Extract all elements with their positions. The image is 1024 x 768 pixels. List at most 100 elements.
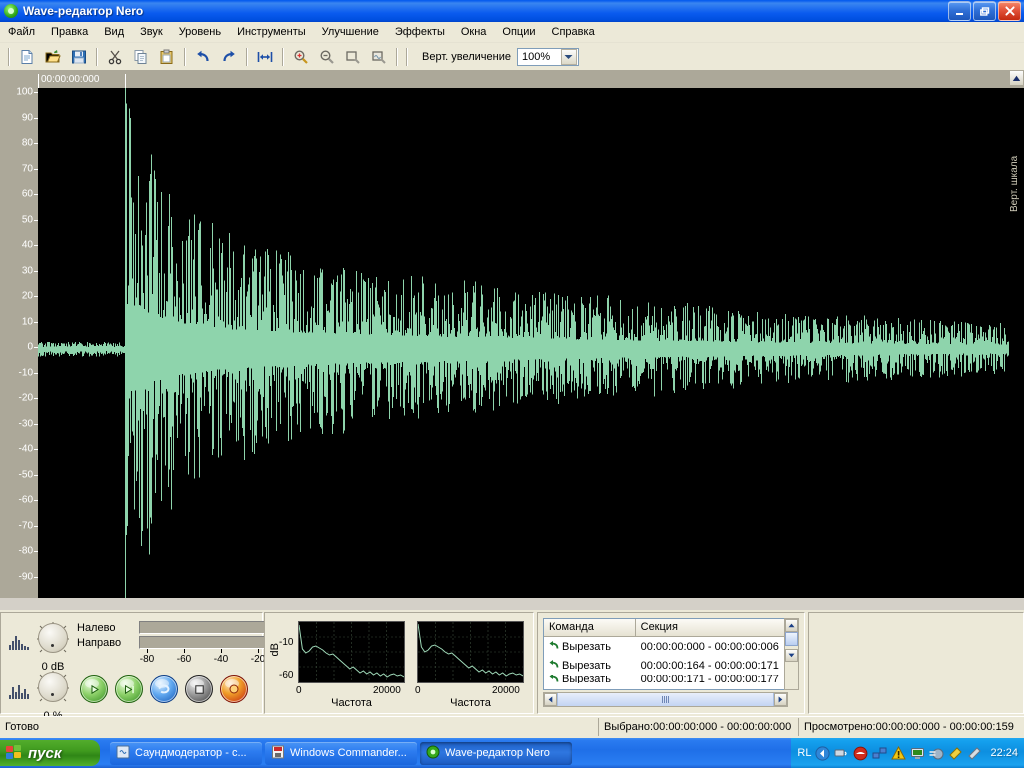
scale-40: -40 <box>214 654 228 665</box>
nero-app-icon <box>426 745 440 762</box>
tray-clock[interactable]: 22:24 <box>990 747 1018 759</box>
status-bar: Готово Выбрано:00:00:00:000 - 00:00:00:0… <box>0 716 1024 737</box>
zoom-selection-icon[interactable] <box>341 45 365 69</box>
menu-help[interactable]: Справка <box>544 24 603 40</box>
toolbar-separator <box>8 48 10 66</box>
command-list-vscrollbar[interactable] <box>784 618 799 690</box>
command-section: 00:00:00:164 - 00:00:00:171 <box>636 660 787 672</box>
horizontal-scrollbar[interactable] <box>0 598 1024 610</box>
time-ruler[interactable]: 00:00:00:000 <box>0 74 1024 88</box>
taskbar-item-windows-commander[interactable]: Windows Commander... <box>265 742 417 765</box>
waveform-editor[interactable]: 00:00:00:000 1009080706050403020100-10-2… <box>0 70 1024 610</box>
menu-edit[interactable]: Правка <box>43 24 96 40</box>
monitor-icon[interactable] <box>910 746 925 761</box>
toolbar-separator <box>96 48 98 66</box>
yellow-note-icon[interactable] <box>948 746 963 761</box>
column-section[interactable]: Секция <box>636 619 787 636</box>
paste-icon[interactable] <box>155 45 179 69</box>
bars-small-icon <box>9 681 31 699</box>
back-arrow-icon[interactable] <box>815 746 830 761</box>
toolbar-separator <box>184 48 186 66</box>
restore-button[interactable] <box>973 1 996 21</box>
scroll-thumb[interactable] <box>557 693 774 706</box>
menu-tools[interactable]: Инструменты <box>229 24 314 40</box>
menu-effects[interactable]: Эффекты <box>387 24 453 40</box>
scroll-right-button[interactable] <box>774 693 787 706</box>
copy-icon[interactable] <box>129 45 153 69</box>
spectrum-panel: dB -10 -60 0 20000 Частота 0 20000 Часто… <box>264 612 534 714</box>
warning-icon[interactable] <box>891 746 906 761</box>
zoom-out-icon[interactable] <box>315 45 339 69</box>
open-folder-icon[interactable] <box>41 45 65 69</box>
loop-button[interactable] <box>150 675 178 703</box>
play-button[interactable] <box>80 675 108 703</box>
gain-knob[interactable]: 0 dB <box>31 619 75 663</box>
column-command[interactable]: Команда <box>544 619 636 636</box>
transfer-icon[interactable] <box>929 746 944 761</box>
table-row[interactable]: Вырезать 00:00:00:000 - 00:00:00:006 <box>544 637 787 656</box>
spectrum-left-x0: 0 <box>296 685 302 696</box>
speed-knob[interactable]: 0 % <box>31 668 75 712</box>
scroll-thumb[interactable] <box>785 632 798 646</box>
menu-level[interactable]: Уровень <box>171 24 229 40</box>
vertical-zoom-value: 100% <box>518 51 561 63</box>
scale-60: -60 <box>177 654 191 665</box>
zoom-in-icon[interactable] <box>289 45 313 69</box>
cut-scissors-icon[interactable] <box>103 45 127 69</box>
y-axis-label: -60 <box>19 495 33 506</box>
menu-options[interactable]: Опции <box>494 24 543 40</box>
play-selection-button[interactable] <box>115 675 143 703</box>
start-button[interactable]: пуск <box>0 740 100 766</box>
table-row[interactable]: Вырезать 00:00:00:171 - 00:00:00:177 <box>544 675 787 683</box>
command-list-hscrollbar[interactable] <box>543 692 788 707</box>
new-file-icon[interactable] <box>15 45 39 69</box>
shield-red-icon[interactable] <box>853 746 868 761</box>
scroll-up-button[interactable] <box>785 619 798 632</box>
toolbar-separator <box>282 48 284 66</box>
taskbar-item-label: Wave-редактор Nero <box>445 747 550 759</box>
menu-file[interactable]: Файл <box>0 24 43 40</box>
zoom-full-icon[interactable] <box>367 45 391 69</box>
scroll-down-button[interactable] <box>785 649 798 662</box>
menu-view[interactable]: Вид <box>96 24 132 40</box>
record-button[interactable] <box>220 675 248 703</box>
command-list-header: Команда Секция <box>544 619 787 637</box>
nero-wave-editor-window: Wave-редактор Nero Файл Правка Вид Звук … <box>0 0 1024 768</box>
spectrum-right-x20000: 20000 <box>492 685 520 696</box>
y-axis-label: -50 <box>19 469 33 480</box>
taskbar-item-nero-wave-editor[interactable]: Wave-редактор Nero <box>420 742 572 765</box>
undo-green-icon <box>548 659 559 672</box>
toolbar: Верт. увеличение 100% <box>0 44 1024 70</box>
spectrum-y-tick-60: -60 <box>279 670 293 681</box>
close-button[interactable] <box>998 1 1021 21</box>
table-row[interactable]: Вырезать 00:00:00:164 - 00:00:00:171 <box>544 656 787 675</box>
spectrum-right-title: Частота <box>417 697 524 709</box>
chevron-down-icon[interactable] <box>561 49 577 65</box>
y-axis-label: 90 <box>22 112 33 123</box>
save-disk-icon[interactable] <box>67 45 91 69</box>
taskbar-item-soundmoderator[interactable]: Саундмодератор - с... <box>110 742 262 765</box>
empty-panel <box>808 612 1024 714</box>
y-axis-label: -90 <box>19 571 33 582</box>
undo-arrow-icon[interactable] <box>191 45 215 69</box>
vertical-zoom-label: Верт. увеличение <box>422 51 511 63</box>
waveform-canvas[interactable] <box>38 88 1009 598</box>
spectrum-left-plot <box>298 621 405 683</box>
menu-sound[interactable]: Звук <box>132 24 171 40</box>
network-icon[interactable] <box>834 746 849 761</box>
stop-button[interactable] <box>185 675 213 703</box>
language-indicator[interactable]: RL <box>797 747 811 759</box>
command-list[interactable]: Команда Секция Вырезать 00:00:00:000 - 0… <box>543 618 788 690</box>
fit-selection-icon[interactable] <box>253 45 277 69</box>
scroll-up-button[interactable] <box>1009 70 1024 86</box>
right-channel-label: Направо <box>77 637 133 649</box>
scroll-left-button[interactable] <box>544 693 557 706</box>
redo-arrow-icon[interactable] <box>217 45 241 69</box>
start-label: пуск <box>28 745 61 762</box>
menu-enhancement[interactable]: Улучшение <box>314 24 387 40</box>
menu-windows[interactable]: Окна <box>453 24 495 40</box>
minimize-button[interactable] <box>948 1 971 21</box>
gray-disc-icon[interactable] <box>967 746 982 761</box>
network-blue-icon[interactable] <box>872 746 887 761</box>
vertical-zoom-combo[interactable]: 100% <box>517 48 579 66</box>
